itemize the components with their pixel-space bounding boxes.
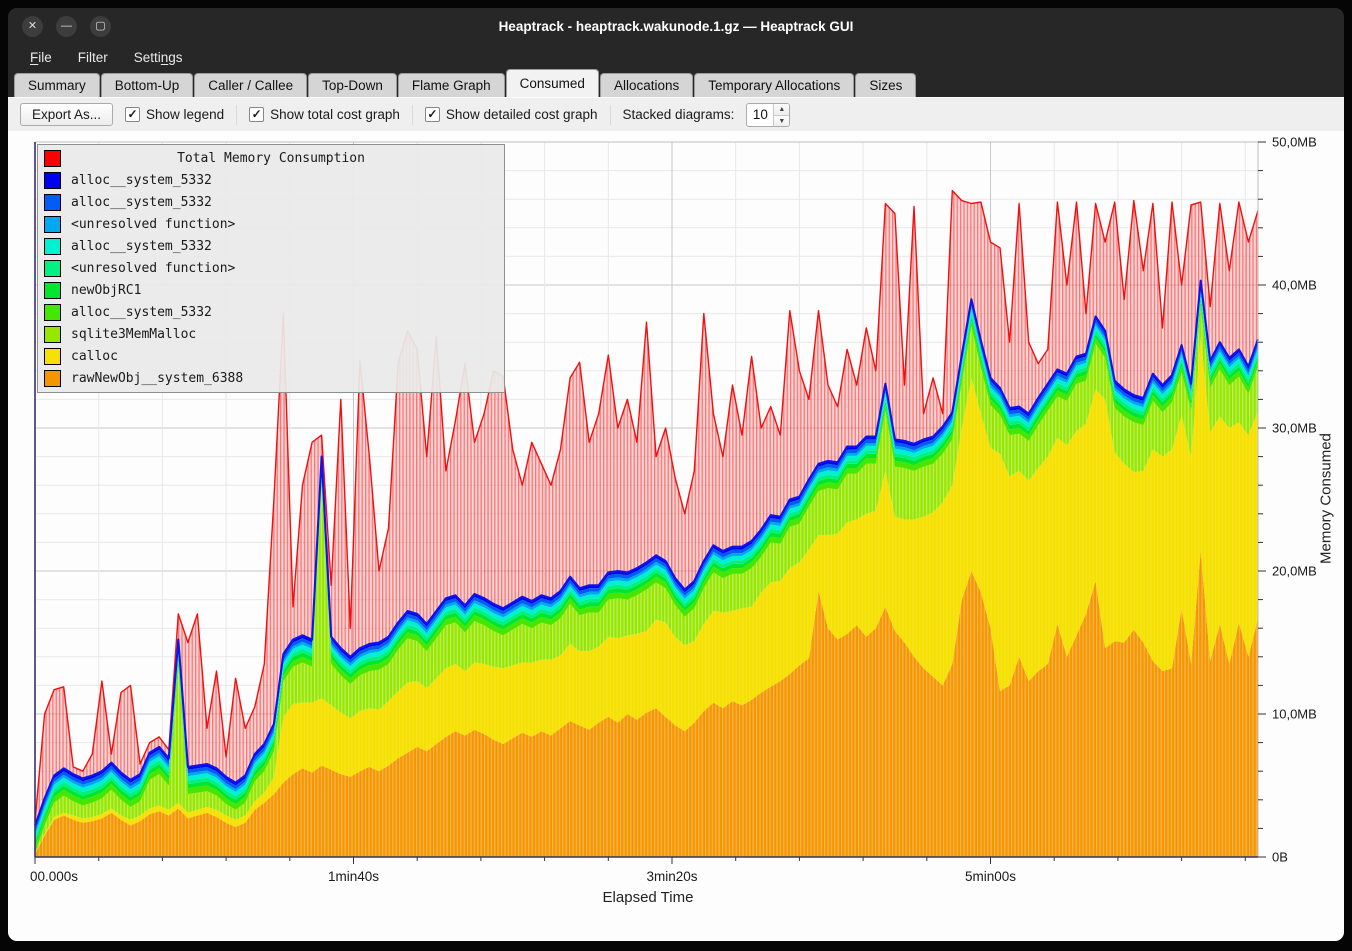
checkbox-label: Show total cost graph — [270, 107, 400, 122]
stacked-diagrams-spinner[interactable]: 10 ▲ ▼ — [746, 103, 790, 127]
svg-text:50,0MB: 50,0MB — [1272, 135, 1317, 150]
spinner-down-icon[interactable]: ▼ — [774, 116, 789, 127]
toolbar-separator — [412, 105, 413, 125]
tab-flame-graph[interactable]: Flame Graph — [398, 73, 505, 97]
svg-text:20,0MB: 20,0MB — [1272, 564, 1317, 579]
legend-label: alloc__system_5332 — [71, 195, 212, 210]
export-as-button[interactable]: Export As... — [20, 103, 113, 126]
legend-item: calloc — [38, 345, 504, 367]
legend-label: calloc — [71, 349, 118, 364]
legend-swatch — [44, 216, 61, 233]
title-bar: ✕ — ▢ Heaptrack - heaptrack.wakunode.1.gz … — [8, 8, 1344, 45]
screen: ✕ — ▢ Heaptrack - heaptrack.wakunode.1.gz … — [0, 0, 1352, 951]
menu-item-filter[interactable]: Filter — [78, 50, 108, 65]
legend-label: alloc__system_5332 — [71, 239, 212, 254]
maximize-button[interactable]: ▢ — [90, 16, 111, 37]
legend-item: alloc__system_5332 — [38, 235, 504, 257]
legend-label: newObjRC1 — [71, 283, 141, 298]
window-controls: ✕ — ▢ — [8, 16, 111, 37]
svg-text:1min40s: 1min40s — [328, 869, 379, 884]
menu-item-settings[interactable]: Settings — [134, 50, 183, 65]
legend-label: rawNewObj__system_6388 — [71, 371, 243, 386]
legend-swatch — [44, 260, 61, 277]
y-axis-title: Memory Consumed — [1314, 369, 1338, 629]
checkbox-check-icon: ✓ — [249, 107, 264, 122]
legend-item: alloc__system_5332 — [38, 169, 504, 191]
legend-item: alloc__system_5332 — [38, 191, 504, 213]
legend-item: newObjRC1 — [38, 279, 504, 301]
legend-item: rawNewObj__system_6388 — [38, 367, 504, 389]
legend-title-row: Total Memory Consumption — [38, 147, 504, 169]
tab-consumed[interactable]: Consumed — [506, 69, 599, 97]
toolbar-separator — [610, 105, 611, 125]
checkbox-show-total-cost-graph[interactable]: ✓ Show total cost graph — [249, 107, 400, 122]
window-title: Heaptrack - heaptrack.wakunode.1.gz — He… — [8, 19, 1344, 34]
toolbar: Export As... ✓ Show legend ✓ Show total cos… — [8, 97, 1344, 131]
svg-text:40,0MB: 40,0MB — [1272, 278, 1317, 293]
legend-item: sqlite3MemMalloc — [38, 323, 504, 345]
tab-temporary-allocations[interactable]: Temporary Allocations — [694, 73, 854, 97]
svg-text:5min00s: 5min00s — [965, 869, 1016, 884]
legend-swatch — [44, 370, 61, 387]
menu-bar: File Filter Settings — [8, 45, 1344, 69]
consumed-chart-panel: 00.000s 1min40s 3min20s 5min00s 0B 10,0MB 20,0… — [8, 131, 1344, 941]
checkbox-check-icon: ✓ — [125, 107, 140, 122]
tab-top-down[interactable]: Top-Down — [308, 73, 397, 97]
legend-swatch-total — [44, 150, 61, 167]
legend-label: alloc__system_5332 — [71, 305, 212, 320]
svg-text:0B: 0B — [1272, 850, 1288, 865]
spinner-up-icon[interactable]: ▲ — [774, 104, 789, 116]
toolbar-checkboxes: ✓ Show legend ✓ Show total cost graph ✓ Show … — [125, 105, 598, 125]
legend-swatch — [44, 194, 61, 211]
legend-title: Total Memory Consumption — [71, 151, 471, 166]
legend-swatch — [44, 238, 61, 255]
legend-item: <unresolved function> — [38, 257, 504, 279]
checkbox-label: Show legend — [146, 107, 224, 122]
chart-legend: Total Memory Consumption alloc__system_53… — [37, 144, 505, 393]
tab-allocations[interactable]: Allocations — [600, 73, 693, 97]
stacked-diagrams-label: Stacked diagrams: — [623, 107, 735, 122]
legend-item: <unresolved function> — [38, 213, 504, 235]
tab-bar: SummaryBottom-UpCaller / CalleeTop-DownF… — [8, 69, 1344, 97]
stacked-diagrams-value: 10 — [747, 104, 773, 126]
legend-label: <unresolved function> — [71, 217, 235, 232]
menu-item-file[interactable]: File — [30, 50, 52, 65]
legend-label: <unresolved function> — [71, 261, 235, 276]
legend-swatch — [44, 282, 61, 299]
svg-text:3min20s: 3min20s — [646, 869, 697, 884]
close-button[interactable]: ✕ — [22, 16, 43, 37]
checkbox-check-icon: ✓ — [425, 107, 440, 122]
checkbox-show-detailed-cost-graph[interactable]: ✓ Show detailed cost graph — [425, 107, 598, 122]
legend-swatch — [44, 304, 61, 321]
x-axis-title: Elapsed Time — [8, 889, 1288, 906]
tab-caller-callee[interactable]: Caller / Callee — [194, 73, 307, 97]
svg-text:30,0MB: 30,0MB — [1272, 421, 1317, 436]
legend-swatch — [44, 326, 61, 343]
svg-text:10,0MB: 10,0MB — [1272, 707, 1317, 722]
tab-summary[interactable]: Summary — [14, 73, 100, 97]
legend-swatch — [44, 172, 61, 189]
legend-item: alloc__system_5332 — [38, 301, 504, 323]
checkbox-label: Show detailed cost graph — [446, 107, 598, 122]
legend-label: sqlite3MemMalloc — [71, 327, 196, 342]
toolbar-separator — [236, 105, 237, 125]
legend-label: alloc__system_5332 — [71, 173, 212, 188]
legend-swatch — [44, 348, 61, 365]
minimize-button[interactable]: — — [56, 16, 77, 37]
tab-sizes[interactable]: Sizes — [855, 73, 916, 97]
heaptrack-window: ✕ — ▢ Heaptrack - heaptrack.wakunode.1.gz … — [8, 8, 1344, 941]
svg-text:00.000s: 00.000s — [30, 869, 78, 884]
checkbox-show-legend[interactable]: ✓ Show legend — [125, 107, 224, 122]
tab-bottom-up[interactable]: Bottom-Up — [101, 73, 194, 97]
